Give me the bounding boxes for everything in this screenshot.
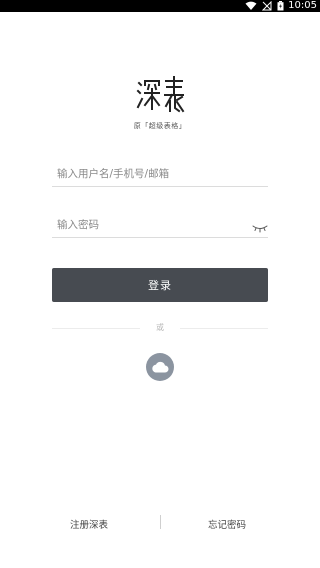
wifi-icon <box>245 1 257 11</box>
footer-divider <box>160 515 161 529</box>
status-time: 10:05 <box>288 0 317 11</box>
or-label: 或 <box>156 323 164 332</box>
forgot-password-link[interactable]: 忘记密码 <box>208 517 246 531</box>
app-logo <box>136 75 186 115</box>
password-field <box>52 213 268 238</box>
divider-right <box>180 328 268 329</box>
battery-icon <box>277 1 284 11</box>
login-button[interactable]: 登录 <box>52 268 268 302</box>
cloud-login-button[interactable] <box>146 353 174 381</box>
username-input[interactable] <box>52 163 237 185</box>
eye-closed-icon[interactable] <box>252 218 268 233</box>
app-subtitle: 原「超级表格」 <box>133 122 187 130</box>
status-bar: 10:05 <box>0 0 320 12</box>
cloud-icon <box>151 358 169 377</box>
username-field <box>52 162 268 187</box>
password-input[interactable] <box>52 214 237 236</box>
status-icons: 10:05 <box>245 0 320 12</box>
no-signal-icon <box>262 1 272 11</box>
register-link[interactable]: 注册深表 <box>70 517 108 531</box>
